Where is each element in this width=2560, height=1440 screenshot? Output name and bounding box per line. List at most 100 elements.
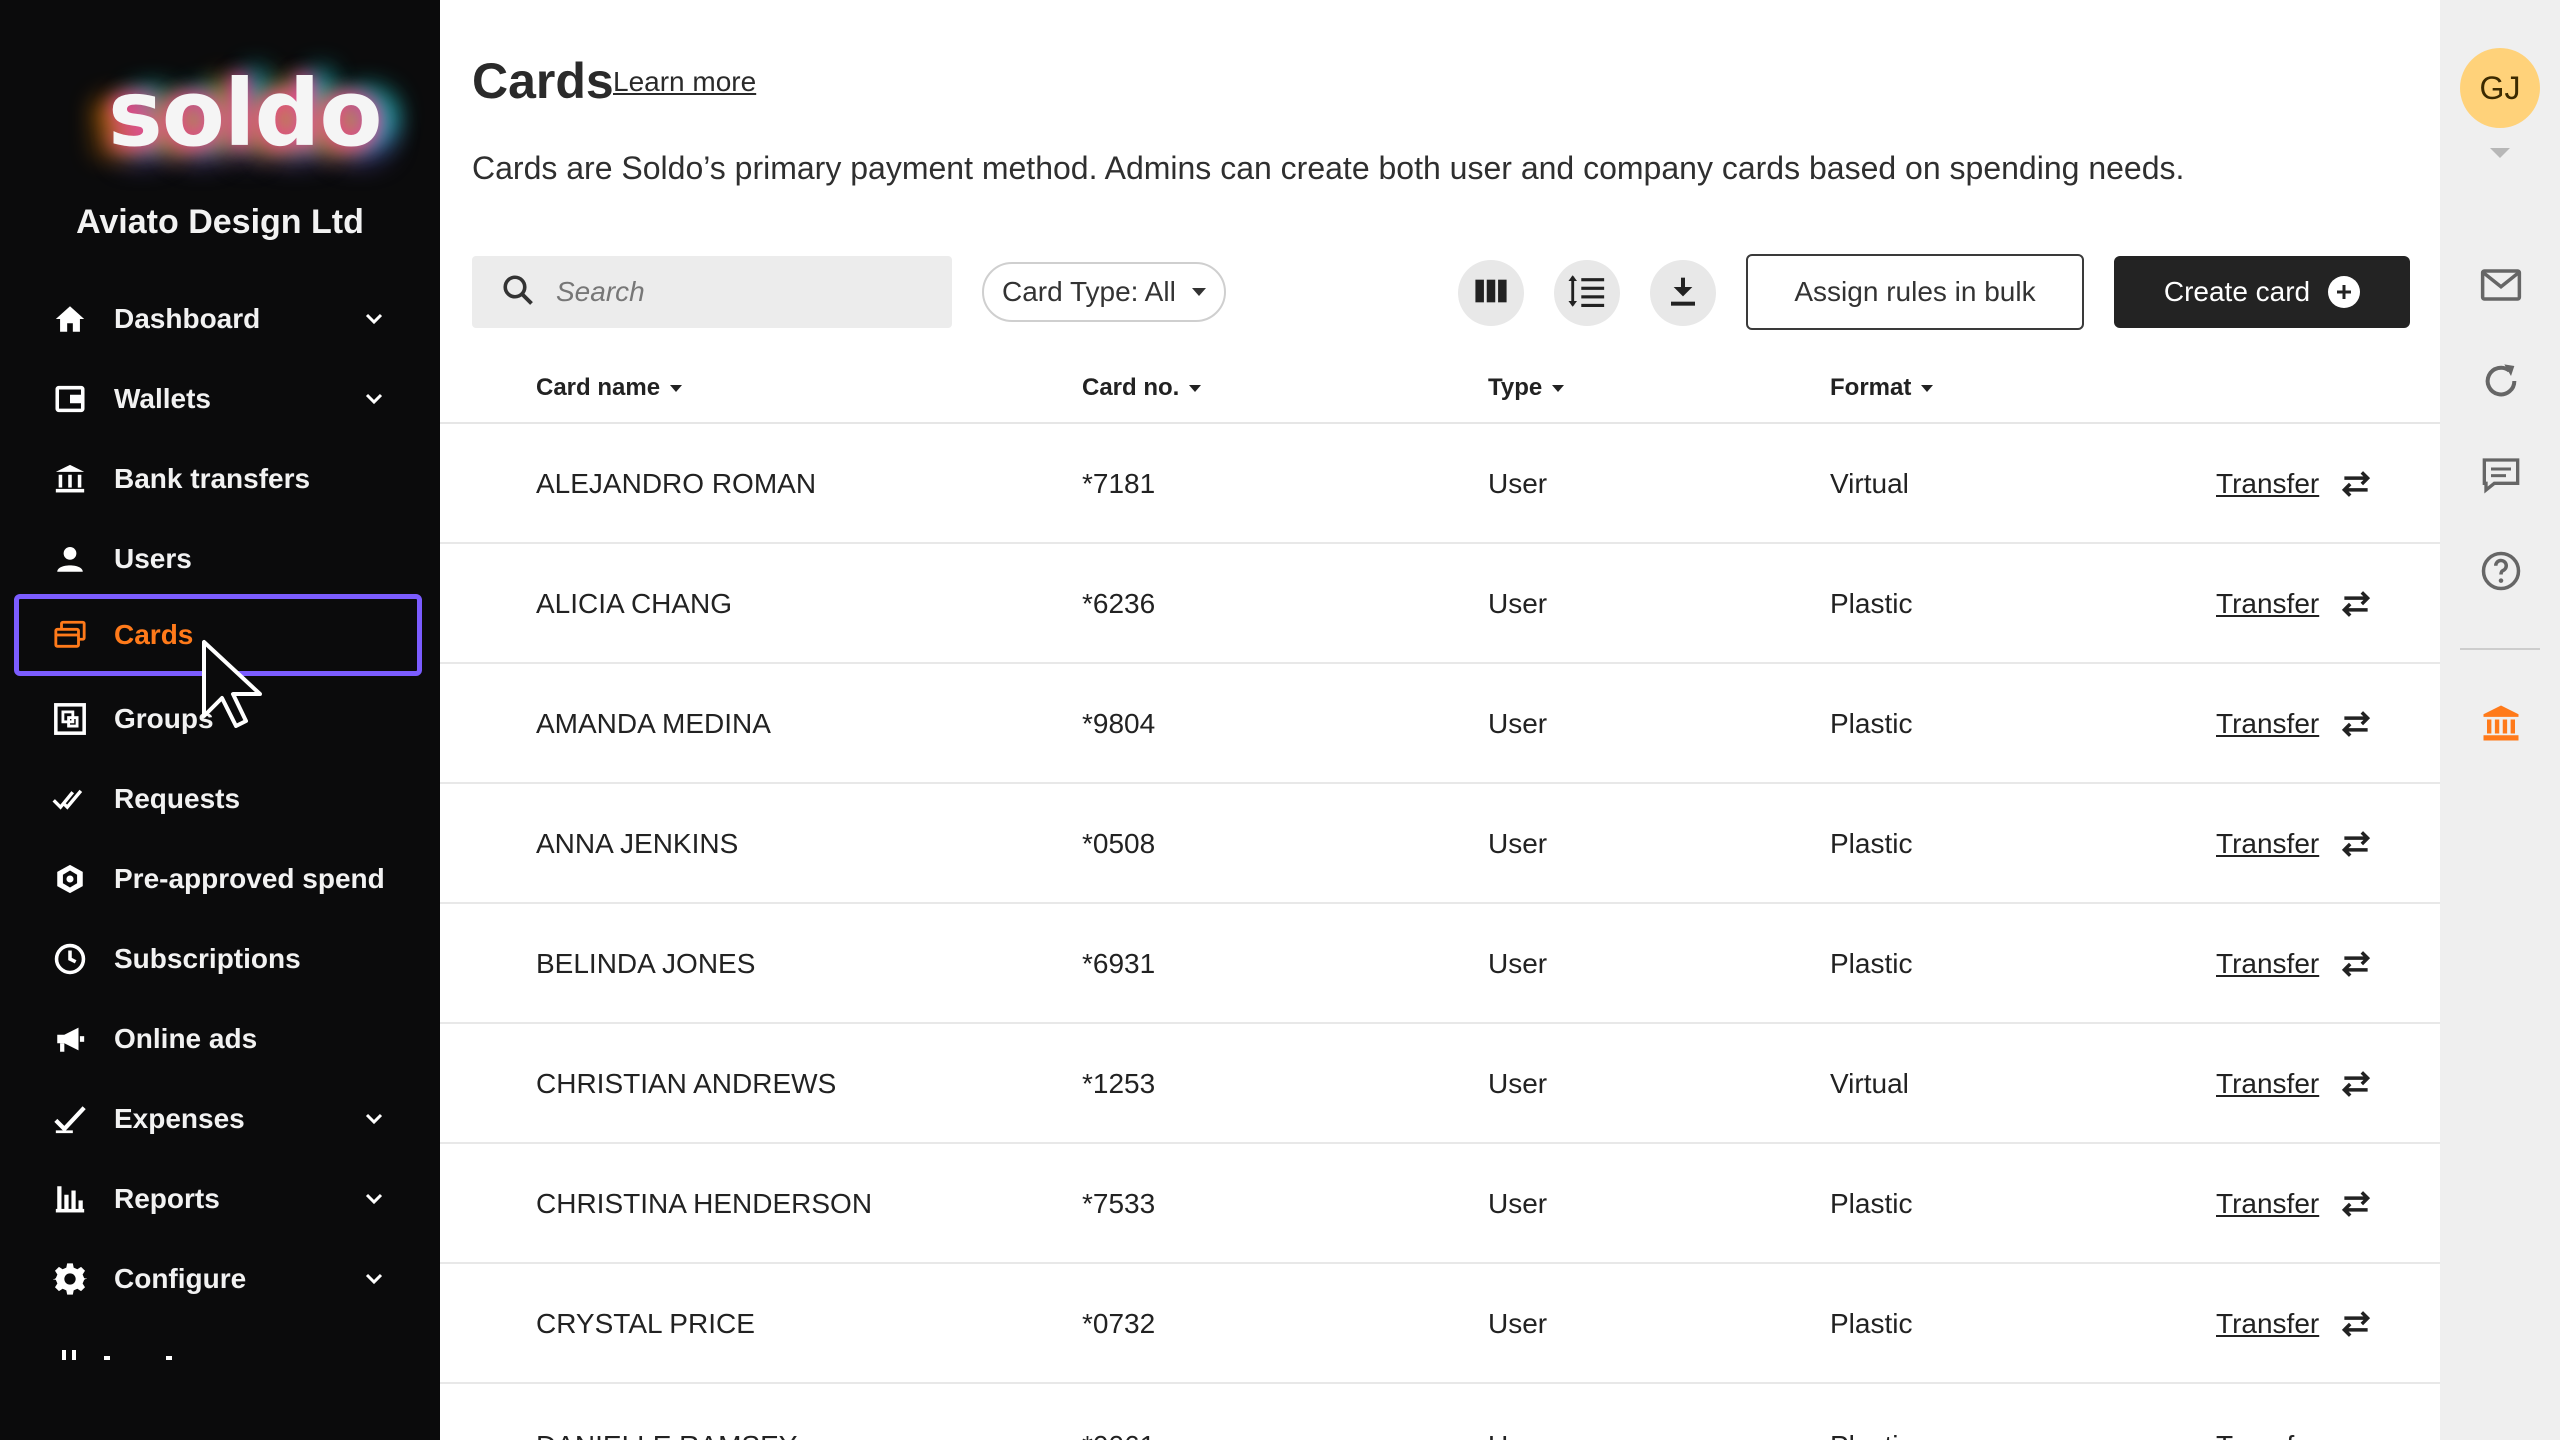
cards-icon	[50, 615, 90, 655]
megaphone-icon	[50, 1019, 90, 1059]
card-type-cell: User	[1488, 468, 1548, 499]
sidebar-item-expenses[interactable]: Expenses	[14, 1078, 422, 1160]
card-format-cell: Plastic	[1830, 948, 1913, 979]
sidebar-item-bank-transfers[interactable]: Bank transfers	[14, 438, 422, 520]
column-header-label: Card no.	[1082, 374, 1180, 401]
soldo-logo[interactable]: soldo	[60, 50, 383, 190]
home-icon	[50, 299, 90, 339]
card-name-cell: BELINDA JONES	[536, 948, 756, 979]
column-header-format[interactable]: Format	[1830, 374, 1934, 402]
transfer-link[interactable]: Transfer	[2216, 828, 2319, 860]
transfer-link[interactable]: Transfer	[2216, 1188, 2319, 1220]
refresh-icon[interactable]	[2478, 358, 2524, 404]
card-type-cell: User	[1488, 588, 1548, 619]
transfer-arrows-icon[interactable]	[2338, 828, 2374, 860]
column-header-card-no[interactable]: Card no.	[1082, 374, 1202, 402]
transfer-arrows-icon[interactable]	[2338, 1308, 2374, 1340]
main-content: Cards Learn more Cards are Soldo’s prima…	[440, 0, 2440, 1440]
transfer-arrows-icon[interactable]	[2338, 588, 2374, 620]
plus-circle-icon	[2328, 276, 2361, 308]
sidebar-item-requests[interactable]: Requests	[14, 758, 422, 840]
table-row[interactable]: CHRISTINA HENDERSON *7533 User Plastic T…	[440, 1144, 2440, 1264]
card-name-cell: ALICIA CHANG	[536, 588, 733, 619]
sidebar-item-subscriptions[interactable]: Subscriptions	[14, 918, 422, 1000]
transfer-link[interactable]: Transfer	[2216, 1430, 2319, 1440]
sidebar-item-pre-approved-spend[interactable]: Pre-approved spend	[14, 838, 422, 920]
table-row[interactable]: BELINDA JONES *6931 User Plastic Transfe…	[440, 904, 2440, 1024]
column-header-type[interactable]: Type	[1488, 374, 1565, 402]
table-row[interactable]: CRYSTAL PRICE *0732 User Plastic Transfe…	[440, 1264, 2440, 1384]
chevron-down-icon[interactable]	[354, 379, 394, 419]
gear-icon	[50, 1259, 90, 1299]
table-row[interactable]: CHRISTIAN ANDREWS *1253 User Virtual Tra…	[440, 1024, 2440, 1144]
chevron-down-icon[interactable]	[354, 1099, 394, 1139]
chevron-down-icon[interactable]	[354, 1179, 394, 1219]
caret-down-icon	[1191, 288, 1206, 296]
transfer-link[interactable]: Transfer	[2216, 468, 2319, 500]
card-number-cell: *6236	[1082, 588, 1156, 619]
sidebar-item-reports[interactable]: Reports	[14, 1158, 422, 1240]
learn-more-link[interactable]: Learn more	[613, 66, 756, 98]
mouse-cursor-icon	[202, 640, 262, 728]
column-header-label: Format	[1830, 374, 1912, 401]
sidebar-item-label: Pre-approved spend	[114, 863, 385, 894]
table-row[interactable]: ALICIA CHANG *6236 User Plastic Transfer	[440, 544, 2440, 664]
chevron-down-icon[interactable]	[354, 299, 394, 339]
transfer-link[interactable]: Transfer	[2216, 1068, 2319, 1100]
mail-icon[interactable]	[2478, 262, 2524, 308]
transfer-link[interactable]: Transfer	[2216, 948, 2319, 980]
columns-button[interactable]	[1458, 260, 1524, 326]
sidebar-item-users[interactable]: Users	[14, 518, 422, 600]
card-number-cell: *0732	[1082, 1308, 1156, 1339]
table-row[interactable]: ALEJANDRO ROMAN *7181 User Virtual Trans…	[440, 424, 2440, 544]
columns-icon	[1474, 276, 1508, 311]
search-input[interactable]	[556, 276, 936, 308]
transfer-arrows-icon[interactable]	[2338, 1068, 2374, 1100]
sidebar-item-online-ads[interactable]: Online ads	[14, 998, 422, 1080]
pre-approved-icon	[50, 859, 90, 899]
sidebar-item-wallets[interactable]: Wallets	[14, 358, 422, 440]
transfer-arrows-icon[interactable]	[2338, 948, 2374, 980]
card-name-cell: AMANDA MEDINA	[536, 708, 771, 739]
sidebar-item-dashboard[interactable]: Dashboard	[14, 278, 422, 360]
card-type-filter[interactable]: Card Type: All	[982, 262, 1226, 322]
row-density-button[interactable]	[1554, 260, 1620, 326]
create-card-button[interactable]: Create card	[2114, 256, 2410, 328]
card-name-cell: CHRISTIAN ANDREWS	[536, 1068, 837, 1099]
user-icon	[50, 539, 90, 579]
groups-icon	[50, 699, 90, 739]
card-type-cell: User	[1488, 828, 1548, 859]
table-row[interactable]: DANIELLE RAMSEY *0061 User Plastic Trans…	[440, 1386, 2440, 1440]
bank-icon[interactable]	[2478, 700, 2524, 746]
avatar[interactable]: GJ	[2460, 48, 2540, 128]
sidebar-item-configure[interactable]: Configure	[14, 1238, 422, 1320]
card-type-cell: User	[1488, 708, 1548, 739]
card-format-cell: Plastic	[1830, 1308, 1913, 1339]
card-type-cell: User	[1488, 948, 1548, 979]
transfer-link[interactable]: Transfer	[2216, 1308, 2319, 1340]
transfer-link[interactable]: Transfer	[2216, 588, 2319, 620]
transfer-arrows-icon[interactable]	[2338, 1188, 2374, 1220]
download-button[interactable]	[1650, 260, 1716, 326]
card-type-cell: User	[1488, 1068, 1548, 1099]
table-row[interactable]: AMANDA MEDINA *9804 User Plastic Transfe…	[440, 664, 2440, 784]
transfer-arrows-icon[interactable]	[2338, 708, 2374, 740]
card-type-cell: User	[1488, 1188, 1548, 1219]
sort-caret-icon	[1189, 384, 1202, 392]
search-box[interactable]	[472, 256, 952, 328]
transfer-link[interactable]: Transfer	[2216, 708, 2319, 740]
chat-icon[interactable]	[2478, 452, 2524, 498]
caret-down-icon[interactable]	[2490, 148, 2510, 158]
card-format-cell: Plastic	[1830, 1188, 1913, 1219]
card-format-cell: Virtual	[1830, 468, 1909, 499]
card-format-cell: Plastic	[1830, 708, 1913, 739]
chevron-down-icon[interactable]	[354, 1259, 394, 1299]
transfer-arrows-icon[interactable]	[2338, 468, 2374, 500]
table-row[interactable]: ANNA JENKINS *0508 User Plastic Transfer	[440, 784, 2440, 904]
sort-caret-icon	[670, 384, 683, 392]
help-icon[interactable]	[2478, 548, 2524, 594]
column-header-card-name[interactable]: Card name	[536, 374, 683, 402]
card-name-cell: ALEJANDRO ROMAN	[536, 468, 817, 499]
sidebar-item-label: Subscriptions	[114, 943, 301, 974]
assign-rules-in-bulk-button[interactable]: Assign rules in bulk	[1746, 254, 2084, 330]
